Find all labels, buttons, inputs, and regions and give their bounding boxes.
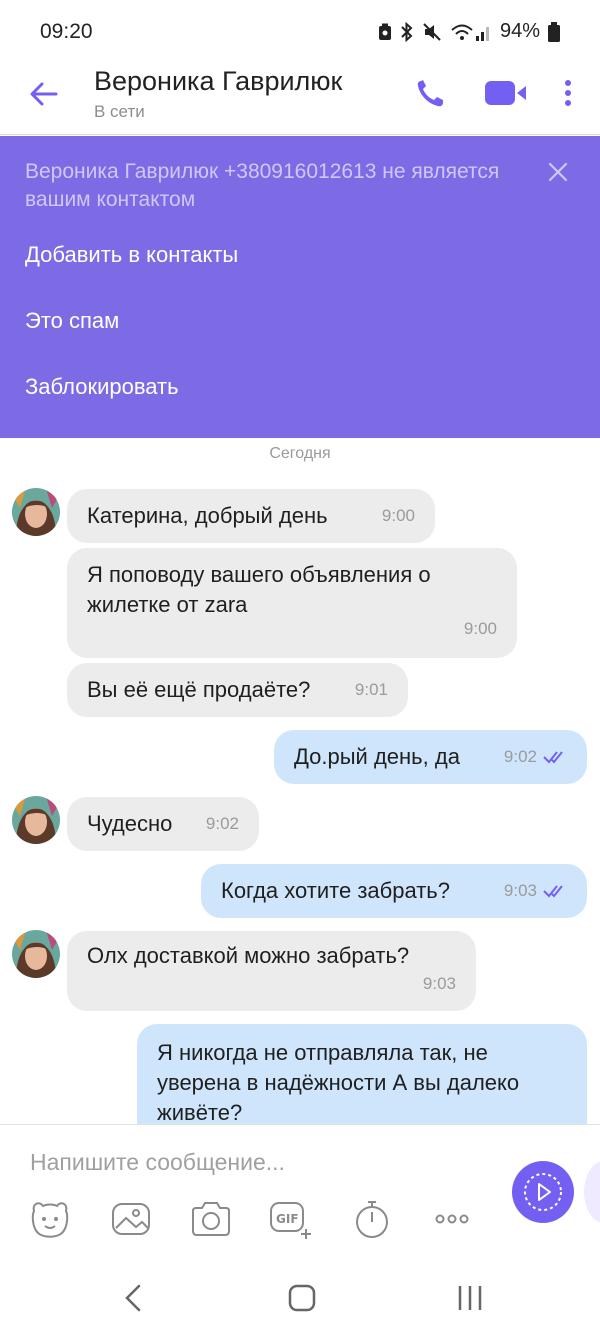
message-text: Катерина, добрый день [87,503,328,528]
message-time: 9:01 [354,680,388,699]
system-nav-bar [0,1256,600,1332]
video-camera-icon[interactable] [484,76,528,110]
avatar[interactable] [12,796,60,844]
save-mode-icon [378,23,391,40]
message-time: 9:02 [503,747,537,766]
nav-back-icon[interactable] [114,1278,154,1318]
banner-notice: Вероника Гаврилюк +380916012613 не являе… [25,160,500,211]
message-bubble[interactable]: Катерина, добрый день 9:00 [67,489,435,543]
wifi-signal-icon [451,24,489,41]
message-time: 9:03 [422,974,456,993]
avatar[interactable] [12,488,60,536]
message-time: 9:02 [205,814,239,833]
message-bubble[interactable]: Я никогда не отправляла так, не уверена … [137,1024,587,1124]
message-text: Когда хотите забрать? [221,878,451,903]
message-composer: Напишите сообщение... GIF [0,1124,600,1257]
status-bar: 09:20 94% [0,0,600,64]
block-button[interactable]: Заблокировать [25,374,179,400]
message-text: Я поповоду вашего объявления о жилетке о… [87,562,431,617]
read-ticks-icon [543,885,563,898]
message-bubble[interactable]: Чудесно 9:02 [67,797,259,851]
send-button[interactable] [512,1161,574,1223]
presence-status: В сети [94,102,145,121]
contact-name[interactable]: Вероника Гаврилюк [94,66,342,97]
send-icon [524,1173,562,1211]
message-bubble[interactable]: Когда хотите забрать? 9:03 [201,864,587,918]
sticker-icon[interactable] [28,1197,72,1241]
read-ticks-icon [543,751,563,764]
report-spam-button[interactable]: Это спам [25,308,119,334]
message-bubble[interactable]: Я поповоду вашего объявления о жилетке о… [67,548,517,658]
message-text: Олх доставкой можно забрать? [87,943,410,968]
close-icon[interactable] [544,158,572,186]
timer-icon[interactable] [350,1197,394,1241]
message-bubble[interactable]: Вы её ещё продаёте? 9:01 [67,663,408,717]
message-time: 9:00 [463,619,497,638]
status-icons: 94% [378,20,560,43]
unknown-contact-banner: Вероника Гаврилюк +380916012613 не являе… [0,136,600,438]
add-to-contacts-button[interactable]: Добавить в контакты [25,242,238,268]
message-input[interactable]: Напишите сообщение... [30,1149,285,1176]
message-bubble[interactable]: Олх доставкой можно забрать? 9:03 [67,931,476,1011]
back-arrow-icon[interactable] [26,76,62,112]
bluetooth-icon [401,21,413,42]
more-vertical-icon[interactable] [556,76,580,112]
message-text: Вы её ещё продаёте? [87,677,311,702]
battery-percent: 94% [499,20,540,42]
message-text: Чудесно [87,811,173,836]
gif-icon[interactable]: GIF [269,1197,313,1241]
gallery-icon[interactable] [109,1197,153,1241]
svg-text:GIF: GIF [276,1212,299,1226]
message-text: До.рый день, да [294,744,460,769]
message-list[interactable]: Сегодня Катерина, добрый день 9:00 Я поп… [0,438,600,1124]
message-time: 9:03 [503,881,537,900]
chat-header: Вероника Гаврилюк В сети [0,64,600,135]
date-divider: Сегодня [269,445,331,462]
nav-recents-icon[interactable] [450,1278,490,1318]
camera-icon[interactable] [189,1197,233,1241]
message-time: 9:00 [381,506,415,525]
send-button-peek [584,1161,600,1223]
message-bubble[interactable]: До.рый день, да 9:02 [274,730,587,784]
mute-icon [423,22,441,41]
status-time: 09:20 [40,20,93,43]
more-horizontal-icon[interactable] [430,1197,474,1241]
battery-icon [548,21,560,42]
avatar[interactable] [12,930,60,978]
phone-icon[interactable] [412,76,448,112]
message-text: Я никогда не отправляла так, не уверена … [157,1040,520,1124]
nav-home-icon[interactable] [282,1278,322,1318]
